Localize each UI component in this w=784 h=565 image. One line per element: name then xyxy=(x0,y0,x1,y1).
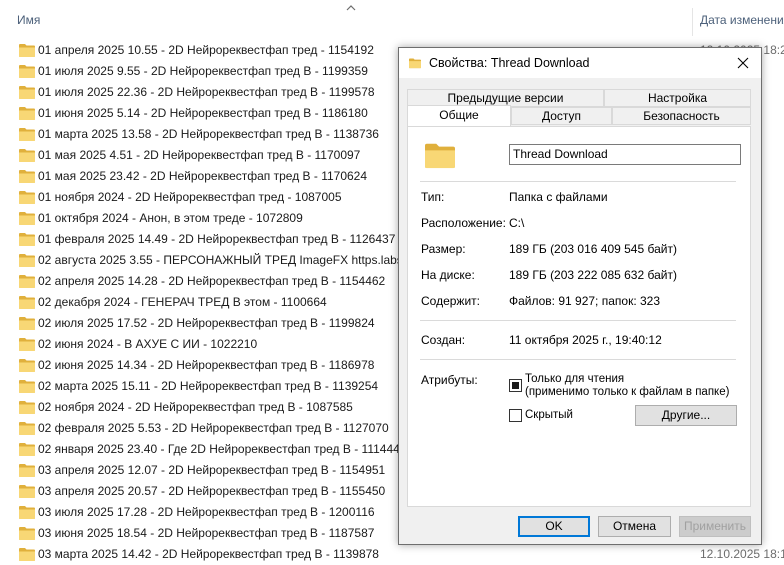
file-name: 02 марта 2025 15.11 - 2D Нейрореквестфап… xyxy=(38,379,379,393)
file-name: 01 июля 2025 9.55 - 2D Нейрореквестфап т… xyxy=(38,64,368,78)
folder-icon xyxy=(19,169,35,183)
file-name: 01 мая 2025 4.51 - 2D Нейрореквестфап тр… xyxy=(38,148,361,162)
folder-icon xyxy=(19,43,35,57)
apply-button[interactable]: Применить xyxy=(679,516,751,537)
folder-icon xyxy=(19,421,35,435)
hidden-checkbox[interactable] xyxy=(509,409,522,422)
folder-icon xyxy=(19,442,35,456)
folder-icon xyxy=(19,379,35,393)
type-label: Тип: xyxy=(421,190,445,204)
sort-ascending-icon xyxy=(346,5,356,11)
folder-icon xyxy=(19,358,35,372)
close-button[interactable] xyxy=(725,48,761,78)
location-label: Расположение: xyxy=(421,216,506,230)
dialog-titlebar[interactable]: Свойства: Thread Download xyxy=(399,48,761,78)
tab-sharing[interactable]: Доступ xyxy=(511,107,612,125)
readonly-label[interactable]: Только для чтения xyxy=(525,373,624,386)
file-name: 01 февраля 2025 14.49 - 2D Нейрореквестф… xyxy=(38,232,396,246)
readonly-checkbox[interactable] xyxy=(509,379,522,392)
folder-icon xyxy=(19,526,35,540)
type-value: Папка с файлами xyxy=(509,190,608,204)
folder-icon xyxy=(19,85,35,99)
folder-icon xyxy=(19,484,35,498)
file-name: 02 июля 2025 17.52 - 2D Нейрореквестфап … xyxy=(38,316,375,330)
general-tab-panel: Thread Download Тип: Папка с файлами Рас… xyxy=(407,126,751,507)
close-icon xyxy=(737,57,749,69)
file-name: 01 июня 2025 5.14 - 2D Нейрореквестфап т… xyxy=(38,106,368,120)
cancel-button[interactable]: Отмена xyxy=(598,516,671,537)
folder-icon xyxy=(19,463,35,477)
folder-icon xyxy=(19,106,35,120)
folder-icon xyxy=(19,505,35,519)
column-separator[interactable] xyxy=(692,8,693,36)
file-name: 02 июня 2025 14.34 - 2D Нейрореквестфап … xyxy=(38,358,375,372)
readonly-sublabel: (применимо только к файлам в папке) xyxy=(525,386,730,398)
dialog-title: Свойства: Thread Download xyxy=(429,56,590,70)
file-name: 02 ноября 2024 - 2D Нейрореквестфап тред… xyxy=(38,400,353,414)
folder-icon xyxy=(409,56,421,70)
created-label: Создан: xyxy=(421,333,466,347)
file-name: 02 августа 2025 3.55 - ПЕРСОНАЖНЫЙ ТРЕД … xyxy=(38,253,455,267)
attributes-label: Атрибуты: xyxy=(421,373,478,387)
file-name: 02 января 2025 23.40 - Где 2D Нейрорекве… xyxy=(38,442,407,456)
folder-icon xyxy=(19,232,35,246)
file-name: 01 марта 2025 13.58 - 2D Нейрореквестфап… xyxy=(38,127,379,141)
file-name: 01 апреля 2025 10.55 - 2D Нейрореквестфа… xyxy=(38,43,374,57)
separator xyxy=(420,359,736,360)
folder-icon xyxy=(19,211,35,225)
file-name: 01 июля 2025 22.36 - 2D Нейрореквестфап … xyxy=(38,85,375,99)
contains-label: Содержит: xyxy=(421,294,480,308)
file-name: 02 июня 2024 - В АХУЕ С ИИ - 1022210 xyxy=(38,337,258,351)
file-name: 02 декабря 2024 - ГЕНЕРАЧ ТРЕД В этом - … xyxy=(38,295,327,309)
folder-large-icon xyxy=(425,140,455,170)
disk-size-label: На диске: xyxy=(421,268,475,282)
folder-icon xyxy=(19,316,35,330)
file-name: 03 апреля 2025 12.07 - 2D Нейрореквестфа… xyxy=(38,463,386,477)
file-name: 03 июля 2025 17.28 - 2D Нейрореквестфап … xyxy=(38,505,375,519)
separator xyxy=(420,320,736,321)
hidden-label[interactable]: Скрытый xyxy=(525,409,573,422)
advanced-button[interactable]: Другие... xyxy=(635,405,737,426)
folder-icon xyxy=(19,190,35,204)
column-header: Имя Дата изменения xyxy=(0,0,784,40)
file-name: 02 апреля 2025 14.28 - 2D Нейрореквестфа… xyxy=(38,274,386,288)
folder-icon xyxy=(19,64,35,78)
tab-customize[interactable]: Настройка xyxy=(604,89,751,107)
column-name-header[interactable]: Имя xyxy=(17,13,40,27)
size-value: 189 ГБ (203 016 409 545 байт) xyxy=(509,242,677,256)
list-item[interactable]: 03 марта 2025 14.42 - 2D Нейрореквестфап… xyxy=(0,544,784,565)
contains-value: Файлов: 91 927; папок: 323 xyxy=(509,294,661,308)
folder-icon xyxy=(19,274,35,288)
folder-icon xyxy=(19,253,35,267)
folder-icon xyxy=(19,400,35,414)
file-name: 03 июня 2025 18.54 - 2D Нейрореквестфап … xyxy=(38,526,375,540)
tab-general[interactable]: Общие xyxy=(407,105,511,126)
folder-icon xyxy=(19,337,35,351)
location-value: C:\ xyxy=(509,216,525,230)
column-date-header[interactable]: Дата изменения xyxy=(700,13,784,27)
size-label: Размер: xyxy=(421,242,466,256)
ok-button[interactable]: OK xyxy=(518,516,590,537)
folder-icon xyxy=(19,148,35,162)
file-name: 03 апреля 2025 20.57 - 2D Нейрореквестфа… xyxy=(38,484,386,498)
tab-security[interactable]: Безопасность xyxy=(612,107,751,125)
file-name: 02 февраля 2025 5.53 - 2D Нейрореквестфа… xyxy=(38,421,389,435)
separator xyxy=(420,181,736,182)
file-name: 01 мая 2025 23.42 - 2D Нейрореквестфап т… xyxy=(38,169,368,183)
folder-icon xyxy=(19,295,35,309)
file-name: 01 ноября 2024 - 2D Нейрореквестфап тред… xyxy=(38,190,342,204)
folder-icon xyxy=(19,127,35,141)
file-name: 01 октября 2024 - Анон, в этом треде - 1… xyxy=(38,211,303,225)
properties-dialog: Свойства: Thread Download Предыдущие вер… xyxy=(398,47,762,545)
disk-size-value: 189 ГБ (203 222 085 632 байт) xyxy=(509,268,677,282)
folder-name-input[interactable]: Thread Download xyxy=(509,144,741,165)
indeterminate-mark xyxy=(512,382,519,389)
created-value: 11 октября 2025 г., 19:40:12 xyxy=(509,333,662,347)
